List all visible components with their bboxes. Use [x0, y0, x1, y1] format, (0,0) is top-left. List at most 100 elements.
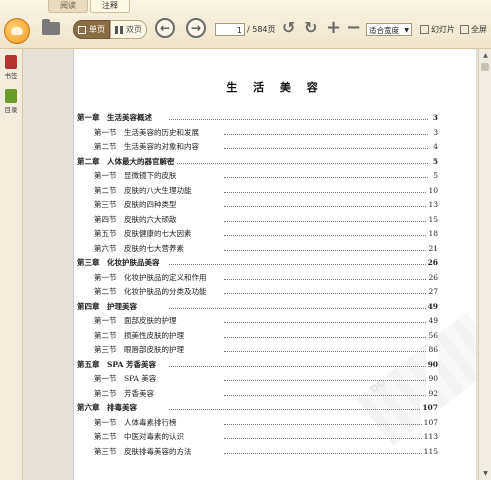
single-page-label: 单页 — [89, 25, 105, 34]
toc-leader-dots — [224, 148, 428, 149]
toc-entry-label: 第二节 损美性皮肤的护理 — [94, 328, 186, 343]
document-viewport[interactable]: DG 生 活 美 容 ▼ 1 第一章 生活美容概述3第一节 生活美容的历史和发展… — [23, 49, 478, 480]
tab-annotate[interactable]: 注释 — [90, 0, 130, 13]
zoom-in-icon[interactable]: + — [326, 19, 341, 37]
toc-entry-page: 5 — [430, 154, 438, 169]
single-page-button[interactable]: 单页 — [73, 20, 110, 39]
toc-section-row[interactable]: 第五节 皮肤健康的七大因素 18 — [74, 227, 476, 242]
zoom-select[interactable]: 适合宽度 ▼ — [366, 23, 412, 36]
double-page-label: 双页 — [126, 25, 142, 34]
toc-entry-label: 第六章 排毒美容 — [77, 401, 139, 416]
toolbar: 阅读 注释 单页 双页 ← → 1 / 584页 ↺ ↻ + − 适合宽度 ▼ … — [0, 0, 491, 49]
toc-entry-label: 第一节 人体毒素排行榜 — [94, 415, 179, 430]
toc-leader-dots — [169, 119, 428, 120]
toc-section-row[interactable]: 第二节 芳香美容 92 — [74, 386, 476, 401]
toc-entry-label: 第二节 生活美容的对象和内容 — [94, 140, 201, 155]
toc-section-row[interactable]: 第一节 人体毒素排行榜 107 — [74, 415, 476, 430]
toc-section-row[interactable]: 第一节 化妆护肤品的定义和作用 26 — [74, 270, 476, 285]
toc-leader-dots — [224, 293, 428, 294]
scroll-down-icon[interactable]: ▼ — [481, 469, 490, 478]
toc-leader-dots — [169, 409, 428, 410]
toc-leader-dots — [224, 133, 428, 135]
page-total-label: / 584页 — [247, 25, 276, 34]
toc-section-row[interactable]: 第三节 皮肤的四种类型 13 — [74, 198, 476, 213]
toc-entry-page: 5 — [431, 169, 438, 184]
tab-read[interactable]: 阅读 — [48, 0, 88, 13]
toc-entry-label: 第六节 皮肤的七大营养素 — [94, 241, 186, 256]
toc-icon — [5, 89, 17, 103]
toc-entry-label: 第二节 芳香美容 — [94, 386, 156, 401]
toc-entry-label: 第一节 显微镜下的皮肤 — [94, 169, 179, 184]
toc-entry-label: 第五节 皮肤健康的七大因素 — [94, 227, 194, 242]
toc-entry-page: 15 — [426, 212, 438, 227]
toc-leader-dots — [224, 394, 428, 396]
toc-leader-dots — [169, 365, 428, 367]
slideshow-label: 幻灯片 — [431, 25, 455, 34]
toc-entry-label: 第四章 护理美容 — [77, 299, 139, 314]
toc-entry-page: 92 — [426, 386, 438, 401]
toc-section-row[interactable]: 第二节 皮肤的八大生理功能 10 — [74, 183, 476, 198]
page-title: 生 活 美 容 — [226, 81, 324, 94]
toc-entry-label: 第二章 人体最大的器官解密 — [77, 154, 177, 169]
toc-section-row[interactable]: 第二节 生活美容的对象和内容 4 — [74, 140, 476, 155]
zoom-out-icon[interactable]: − — [346, 19, 361, 37]
fullscreen-label: 全屏 — [471, 25, 487, 34]
toc-section-row[interactable]: 第二节 化妆护肤品的分类及功能 27 — [74, 285, 476, 300]
toc-entry-label: 第一节 面部皮肤的护理 — [94, 314, 179, 329]
rotate-left-icon[interactable]: ↺ — [282, 19, 295, 37]
toc-section-row[interactable]: 第一节 SPA 美容 90 — [74, 372, 476, 387]
toc-chapter-row[interactable]: 第六章 排毒美容 107 — [74, 401, 476, 416]
toc-entry-page: 18 — [426, 227, 438, 242]
fullscreen-button[interactable]: 全屏 — [460, 24, 487, 35]
toc-section-row[interactable]: 第二节 中医对毒素的认识 113 — [74, 430, 476, 445]
toc-section-row[interactable]: 第一节 面部皮肤的护理 49 — [74, 314, 476, 329]
toc-entry-page: 113 — [421, 430, 438, 445]
toc-chapter-row[interactable]: 第三章 化妆护肤品美容 26 — [74, 256, 476, 271]
chevron-down-icon: ▼ — [404, 27, 409, 34]
page-number-input[interactable]: 1 — [215, 23, 245, 36]
single-page-icon — [78, 25, 86, 34]
toc-chapter-row[interactable]: 第五章 SPA 芳香美容 90 — [74, 357, 476, 372]
toc-section-row[interactable]: 第六节 皮肤的七大营养素 21 — [74, 241, 476, 256]
toc-leader-dots — [224, 438, 428, 439]
next-page-button[interactable]: → — [186, 18, 206, 38]
slideshow-button[interactable]: 幻灯片 — [420, 24, 455, 35]
toc-entry-label: 第一节 SPA 美容 — [94, 372, 159, 387]
rotate-right-icon[interactable]: ↻ — [304, 19, 317, 37]
toc-leader-dots — [169, 264, 428, 265]
toc-entry-page: 27 — [426, 285, 438, 300]
toc-leader-dots — [224, 191, 428, 193]
fullscreen-icon — [460, 25, 469, 34]
toc-section-row[interactable]: 第三节 眼唇部皮肤的护理 86 — [74, 343, 476, 358]
toc-leader-dots — [224, 380, 428, 381]
toc-entry-page: 90 — [425, 357, 438, 372]
toc-entry-page: 107 — [421, 415, 438, 430]
double-page-button[interactable]: 双页 — [110, 20, 147, 39]
toc-chapter-row[interactable]: 第四章 护理美容 49 — [74, 299, 476, 314]
open-folder-icon[interactable] — [42, 19, 60, 35]
vertical-scrollbar[interactable]: ▲ ▼ — [478, 49, 491, 480]
toc-chapter-row[interactable]: 第二章 人体最大的器官解密 5 — [74, 154, 476, 169]
sidebar-item-bookmark[interactable]: 书签 — [2, 55, 20, 80]
scroll-thumb[interactable] — [481, 63, 489, 71]
app-logo-icon[interactable] — [4, 18, 30, 44]
toc-section-row[interactable]: 第二节 损美性皮肤的护理 56 — [74, 328, 476, 343]
sidebar-item-toc[interactable]: 目录 — [2, 89, 20, 114]
toc-entry-label: 第一章 生活美容概述 — [77, 111, 154, 126]
tab-strip: 阅读 注释 — [48, 0, 132, 13]
prev-page-button[interactable]: ← — [155, 18, 175, 38]
toc-entry-page: 13 — [426, 198, 438, 213]
toc-leader-dots — [224, 452, 428, 454]
toc-section-row[interactable]: 第一节 显微镜下的皮肤 5 — [74, 169, 476, 184]
toc-entry-page: 10 — [426, 183, 438, 198]
scroll-up-icon[interactable]: ▲ — [481, 51, 490, 60]
toc-chapter-row[interactable]: 第一章 生活美容概述 3 — [74, 111, 476, 126]
toc-section-row[interactable]: 第四节 皮肤的六大顽敌 15 — [74, 212, 476, 227]
toc-section-row[interactable]: 第一节 生活美容的历史和发展 3 — [74, 125, 476, 140]
toc-leader-dots — [169, 307, 428, 309]
toc-leader-dots — [224, 177, 428, 178]
toc-section-row[interactable]: 第三节 皮肤排毒美容的方法 115 — [74, 444, 476, 459]
toc-entry-label: 第三节 皮肤排毒美容的方法 — [94, 444, 194, 459]
toc-entry-label: 第五章 SPA 芳香美容 — [77, 357, 158, 372]
toc-entry-label: 第三节 眼唇部皮肤的护理 — [94, 343, 186, 358]
